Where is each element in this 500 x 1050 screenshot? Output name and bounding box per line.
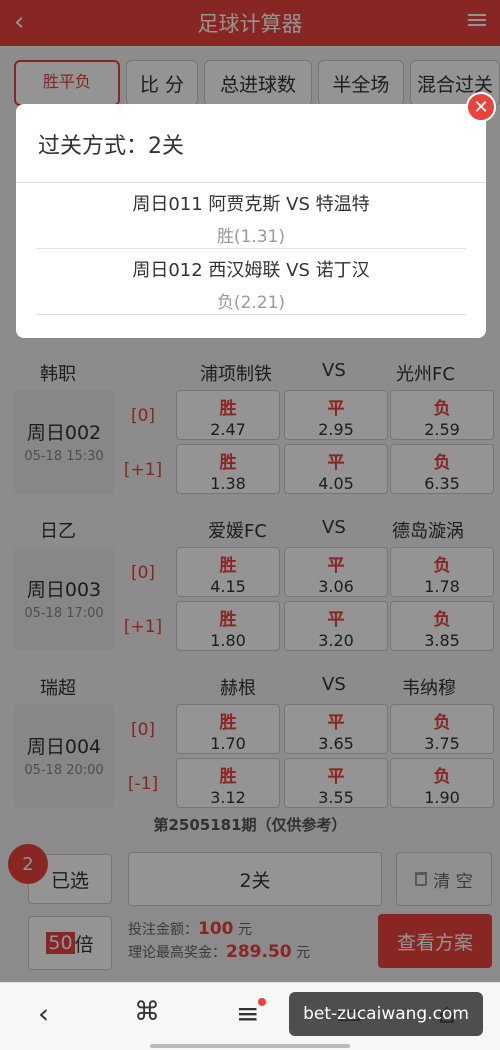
modal-title: 过关方式：2关	[38, 134, 184, 159]
watermark: bet-zucaiwang.com	[289, 992, 483, 1036]
gesture-bar	[150, 1044, 350, 1048]
close-icon[interactable]: ✕	[466, 92, 496, 122]
modal-divider	[16, 182, 486, 183]
item-divider	[36, 248, 466, 249]
pass-mode-modal: 过关方式：2关 周日011 阿贾克斯 VS 特温特 胜(1.31) 周日012 …	[16, 104, 486, 338]
menu-icon[interactable]: ≡	[236, 997, 259, 1030]
back-icon[interactable]: ‹	[38, 997, 49, 1030]
selection-pick: 负(2.21)	[216, 293, 286, 313]
selection-match: 周日012 西汉姆联 VS 诺丁汉	[132, 260, 370, 281]
selection-item: 周日011 阿贾克斯 VS 特温特 胜(1.31)	[16, 190, 486, 247]
selection-match: 周日011 阿贾克斯 VS 特温特	[132, 194, 370, 215]
selection-item: 周日012 西汉姆联 VS 诺丁汉 负(2.21)	[16, 256, 486, 313]
notification-dot	[258, 998, 266, 1006]
command-icon[interactable]: ⌘	[134, 997, 160, 1027]
item-divider	[36, 314, 466, 315]
selection-pick: 胜(1.31)	[216, 227, 286, 247]
